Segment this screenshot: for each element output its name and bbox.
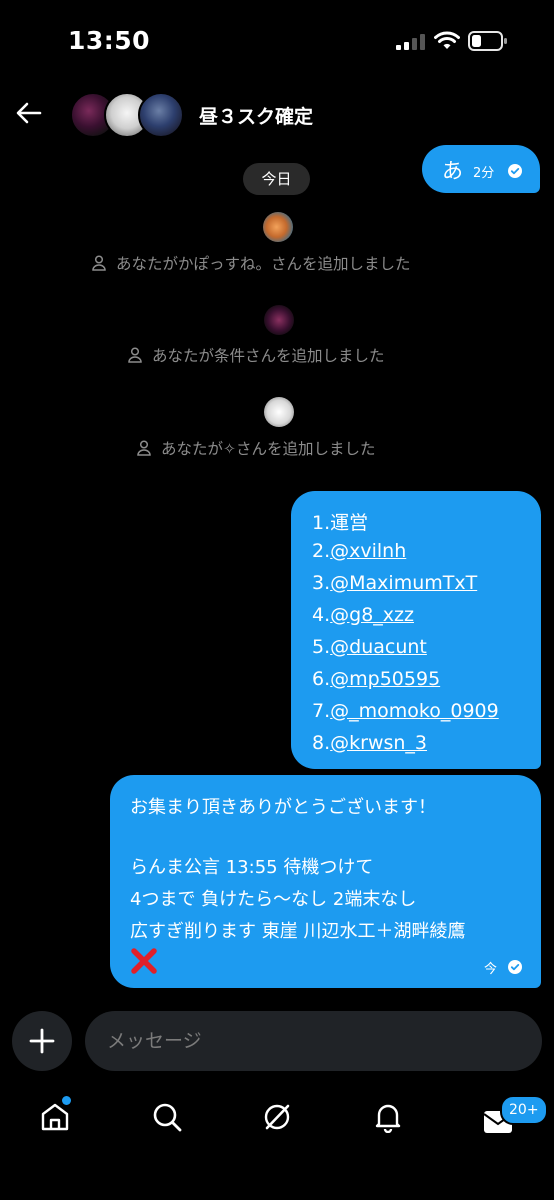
person-icon: [128, 347, 142, 363]
add-attachment-button[interactable]: [12, 1011, 72, 1071]
message-text: 広すぎ削ります 東崖 川辺水工＋湖畔綾鷹: [130, 921, 466, 942]
status-time: 13:50: [68, 26, 151, 55]
message-text: 4つまで 負けたら〜なし 2端末なし: [130, 889, 417, 910]
search-icon[interactable]: [151, 1101, 183, 1133]
grok-icon[interactable]: [261, 1101, 293, 1133]
notifications-bell-icon[interactable]: [372, 1101, 404, 1133]
message-input[interactable]: メッセージ: [85, 1011, 542, 1071]
battery-icon: [468, 31, 507, 51]
system-event-text: あなたが✧さんを追加しました: [161, 440, 376, 458]
avatar: [263, 212, 293, 242]
system-event: あなたがかぽっすね。さんを追加しました: [92, 252, 411, 274]
group-avatars[interactable]: [70, 92, 185, 138]
mention-link[interactable]: @krwsn_3: [330, 732, 427, 754]
mention-link[interactable]: @xvilnh: [330, 540, 406, 562]
wifi-icon: [434, 31, 460, 49]
sent-message-bubble[interactable]: 1.運営 2.@xvilnh 3.@MaximumTxT 4.@g8_xzz 5…: [291, 491, 541, 769]
avatar: [138, 92, 184, 138]
system-event-text: あなたが条件さんを追加しました: [152, 347, 385, 365]
list-item: 3.@MaximumTxT: [312, 572, 478, 594]
person-icon: [137, 440, 151, 456]
read-check-icon: [508, 164, 522, 178]
notification-dot: [62, 1096, 71, 1105]
message-time: 2分: [473, 166, 495, 181]
avatar: [264, 305, 294, 335]
list-item: 4.@g8_xzz: [312, 604, 414, 626]
sent-message-bubble[interactable]: お集まり頂きありがとうございます！ らんま公言 13:55 待機つけて 4つまで…: [110, 775, 541, 988]
list-item: 8.@krwsn_3: [312, 732, 428, 754]
mention-link[interactable]: @mp50595: [330, 668, 440, 690]
avatar: [264, 397, 294, 427]
back-arrow-icon[interactable]: [14, 98, 44, 128]
message-time: 今: [484, 962, 498, 977]
plus-icon: [29, 1028, 55, 1054]
list-item: 7.@_momoko_0909: [312, 700, 499, 722]
conversation-title[interactable]: 昼３スク確定: [199, 102, 313, 129]
person-icon: [92, 255, 106, 271]
date-separator: 今日: [243, 163, 310, 195]
list-item: 6.@mp50595: [312, 668, 441, 690]
read-check-icon: [508, 960, 522, 974]
home-icon[interactable]: [39, 1101, 71, 1133]
message-text: あ: [442, 159, 463, 183]
list-item: 5.@duacunt: [312, 636, 427, 658]
message-text: お集まり頂きありがとうございます！: [130, 797, 436, 818]
mention-link[interactable]: @_momoko_0909: [330, 700, 499, 722]
cellular-signal-icon: [396, 34, 425, 50]
sent-message-bubble[interactable]: あ 2分: [422, 145, 540, 193]
mention-link[interactable]: @duacunt: [330, 636, 427, 658]
message-text: らんま公言 13:55 待機つけて: [130, 857, 374, 878]
mention-link[interactable]: @MaximumTxT: [330, 572, 477, 594]
system-event-text: あなたがかぽっすね。さんを追加しました: [116, 255, 411, 273]
system-event: あなたが✧さんを追加しました: [137, 437, 376, 459]
messages-badge: 20+: [500, 1095, 548, 1125]
list-item: 2.@xvilnh: [312, 540, 407, 562]
cross-mark-emoji-icon: [131, 948, 157, 974]
mention-link[interactable]: @g8_xzz: [330, 604, 414, 626]
list-item: 1.運営: [312, 512, 369, 534]
system-event: あなたが条件さんを追加しました: [128, 344, 385, 366]
